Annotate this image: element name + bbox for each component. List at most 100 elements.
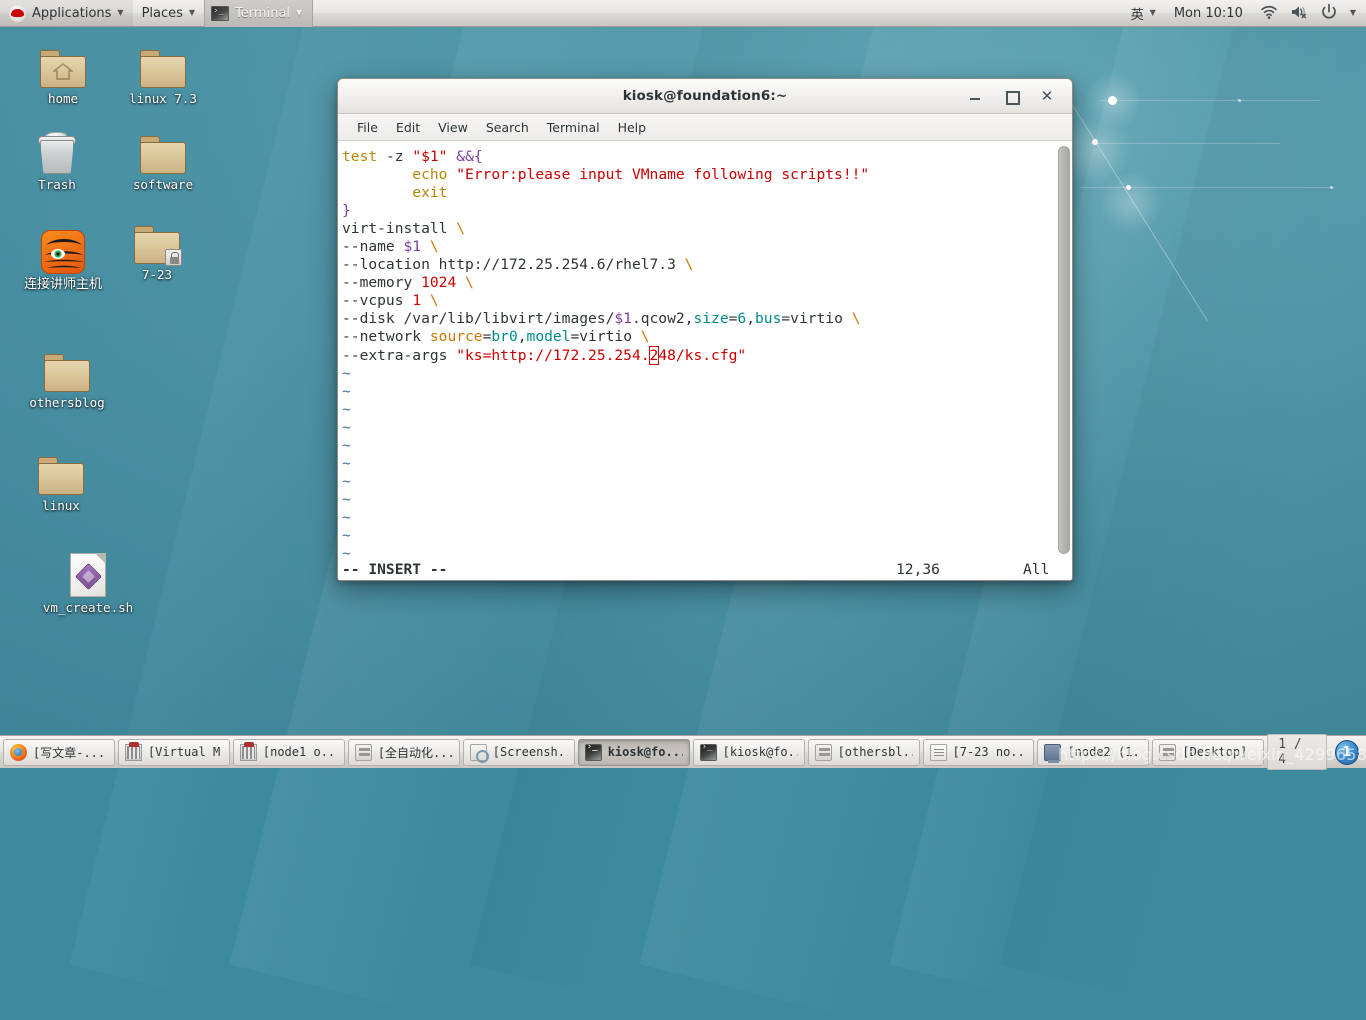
vim-empty-line-marker: ~ — [342, 545, 1056, 557]
taskbar-button[interactable]: [写文章-... — [3, 739, 115, 766]
vim-scroll-percent: All — [1023, 561, 1049, 578]
chevron-down-icon: ▼ — [189, 9, 195, 17]
vim-token — [447, 148, 456, 165]
wallpaper-node — [1238, 99, 1241, 102]
maximize-icon[interactable] — [1004, 89, 1018, 103]
taskbar-button[interactable]: [othersbl... — [808, 739, 920, 766]
taskbar-button[interactable]: [node2 (1... — [1037, 739, 1149, 766]
vim-token: $1 — [614, 310, 632, 327]
task-list: [写文章-...[Virtual M...[node1 o... [全自动化...… — [3, 739, 1264, 766]
desktop-icon-label: othersblog — [12, 396, 122, 410]
vim-token: virt-install — [342, 220, 447, 237]
workspace-badge[interactable]: 1 — [1335, 740, 1359, 765]
close-icon[interactable]: ✕ — [1040, 89, 1054, 103]
desktop-icon-trash[interactable]: Trash — [2, 122, 112, 192]
vim-token: "Error:please input VMname following scr… — [456, 166, 869, 183]
script-file-icon — [33, 545, 143, 597]
menu-file[interactable]: File — [348, 117, 387, 138]
scrollbar-thumb[interactable] — [1058, 146, 1070, 554]
applications-menu[interactable]: Applications ▼ — [0, 0, 133, 26]
menu-search[interactable]: Search — [477, 117, 538, 138]
terminal-scrollbar[interactable] — [1056, 143, 1072, 557]
taskbar-button[interactable]: [node1 o... — [233, 739, 345, 766]
taskbar-button[interactable]: [7-23 no... — [923, 739, 1035, 766]
vim-token: --location http://172.25.254.6/rhel7.3 — [342, 256, 676, 273]
vim-buffer[interactable]: test -z "$1" &&{ echo "Error:please inpu… — [338, 143, 1056, 557]
vim-cursor-position: 12,36 — [896, 561, 940, 578]
vim-token: source — [430, 328, 483, 345]
desktop-icon-label: vm_create.sh — [33, 601, 143, 615]
vim-token — [395, 238, 404, 255]
vim-token: test — [342, 148, 377, 165]
terminal-body[interactable]: test -z "$1" &&{ echo "Error:please inpu… — [338, 141, 1072, 557]
workspace-indicator[interactable]: 1 / 4 1 — [1267, 734, 1363, 770]
folder-icon — [108, 36, 218, 88]
active-window-menu[interactable]: Terminal ▼ — [204, 0, 313, 27]
vim-token: --name — [342, 238, 395, 255]
taskbar-button-label: [node2 (1... — [1067, 745, 1142, 759]
workspace-label[interactable]: 1 / 4 — [1267, 734, 1327, 770]
vim-token: --extra-args — [342, 347, 447, 364]
taskbar-button[interactable]: kiosk@fo... — [578, 739, 690, 766]
taskbar-button[interactable]: [kiosk@fo... — [693, 739, 805, 766]
desktop-icon-7-23[interactable]: 7-23 — [102, 212, 212, 282]
vim-token: \ — [430, 238, 439, 255]
terminal-window[interactable]: kiosk@foundation6:~ ✕ File Edit View Sea… — [337, 78, 1073, 581]
vim-token: --network — [342, 328, 421, 345]
taskbar-button[interactable]: [Desktop] — [1152, 739, 1264, 766]
vim-token: \ — [430, 292, 439, 309]
vim-token: -z — [386, 148, 404, 165]
vim-line: echo "Error:please input VMname followin… — [342, 166, 1056, 184]
vim-token — [447, 166, 456, 183]
menu-terminal[interactable]: Terminal — [538, 117, 609, 138]
vim-token: } — [342, 202, 351, 219]
vim-token: $1 — [404, 238, 422, 255]
vim-token: exit — [412, 184, 447, 201]
vim-status-bar: -- INSERT -- 12,36 All — [338, 557, 1072, 580]
vim-token: , — [518, 328, 527, 345]
taskbar-button-label: [Screensh... — [493, 745, 568, 759]
clock[interactable]: Mon 10:10 — [1165, 0, 1252, 26]
taskbar-button[interactable]: [Virtual M... — [118, 739, 230, 766]
terminal-title-bar[interactable]: kiosk@foundation6:~ ✕ — [338, 79, 1072, 114]
system-status-menu[interactable]: ▼ — [1252, 0, 1360, 26]
desktop-icon-linux[interactable]: linux — [6, 443, 116, 513]
desktop-icon-othersblog[interactable]: othersblog — [12, 340, 122, 410]
desktop-icon-home[interactable]: home — [8, 36, 118, 106]
chevron-down-icon: ▼ — [117, 9, 123, 17]
vim-token: \ — [641, 328, 650, 345]
vim-empty-line-marker: ~ — [342, 473, 1056, 491]
folder-icon — [6, 443, 116, 495]
taskbar: [写文章-...[Virtual M...[node1 o... [全自动化...… — [0, 735, 1366, 768]
menu-help[interactable]: Help — [609, 117, 656, 138]
vim-token — [377, 148, 386, 165]
vim-empty-line-marker: ~ — [342, 527, 1056, 545]
places-menu[interactable]: Places ▼ — [133, 0, 205, 26]
minimize-icon[interactable] — [968, 89, 982, 103]
desktop-icon-vm-create-sh[interactable]: vm_create.sh — [33, 545, 143, 615]
taskbar-button-label: [全自动化... — [378, 744, 453, 761]
menu-view[interactable]: View — [429, 117, 477, 138]
desktop-icon-software[interactable]: software — [108, 122, 218, 192]
wallpaper-line — [1080, 187, 1335, 188]
clock-label: Mon 10:10 — [1174, 6, 1243, 21]
vim-line: --extra-args "ks=http://172.25.254.248/k… — [342, 347, 1056, 365]
vim-line: test -z "$1" &&{ — [342, 148, 1056, 166]
desktop-icon-label: software — [108, 178, 218, 192]
vim-empty-line-marker: ~ — [342, 383, 1056, 401]
menu-edit[interactable]: Edit — [387, 117, 429, 138]
desktop-icon-label: linux 7.3 — [108, 92, 218, 106]
taskbar-button[interactable]: [Screensh... — [463, 739, 575, 766]
vim-cursor: 2 — [650, 347, 659, 364]
vim-token: 48/ks.cfg" — [658, 347, 746, 364]
input-method-indicator[interactable]: 英 ▼ — [1122, 0, 1165, 26]
terminal-icon — [585, 744, 602, 761]
vim-line: --name $1 \ — [342, 238, 1056, 256]
wifi-icon — [1260, 3, 1280, 23]
vim-token: model — [527, 328, 571, 345]
wallpaper-line — [1090, 143, 1280, 144]
desktop-icon-linux73[interactable]: linux 7.3 — [108, 36, 218, 106]
taskbar-button[interactable]: [全自动化... — [348, 739, 460, 766]
vim-empty-line-marker: ~ — [342, 455, 1056, 473]
vim-token: "ks=http://172.25.254. — [456, 347, 649, 364]
